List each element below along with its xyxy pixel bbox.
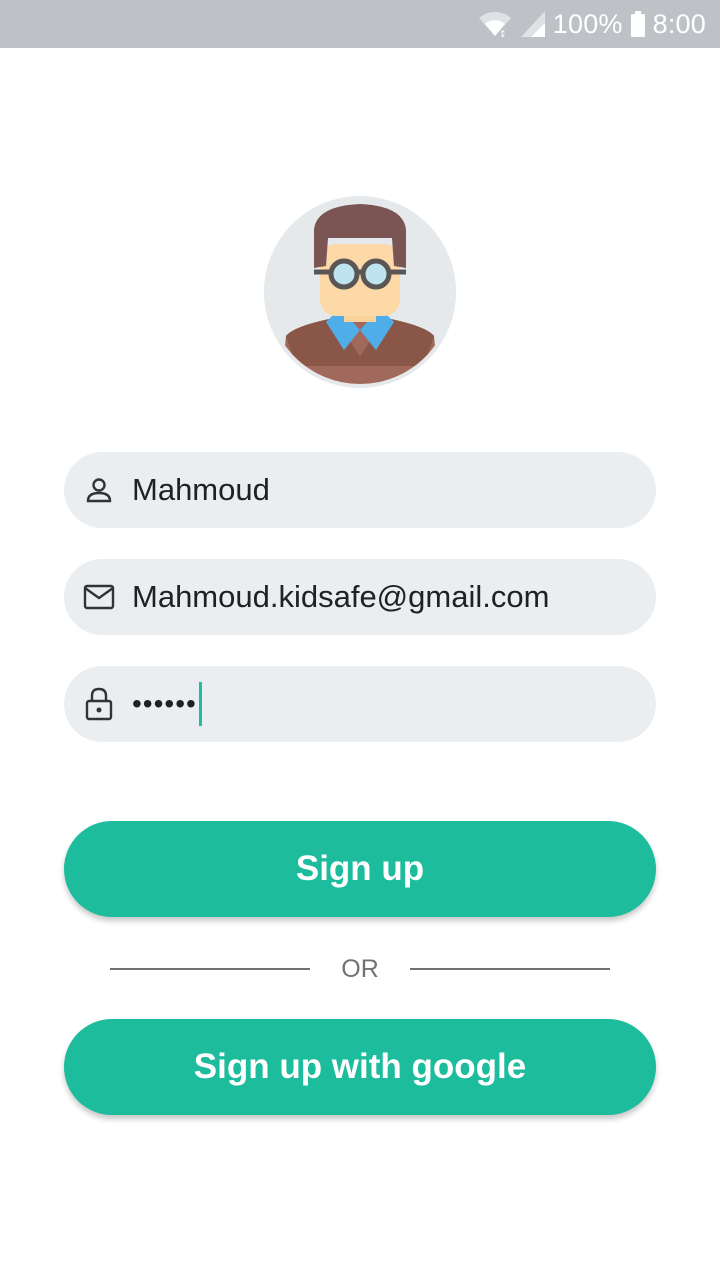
divider-line-right xyxy=(410,968,610,970)
divider-line-left xyxy=(110,968,310,970)
mail-icon xyxy=(82,580,116,614)
signal-icon xyxy=(520,11,545,37)
email-field[interactable]: Mahmoud.kidsafe@gmail.com xyxy=(64,559,656,635)
status-bar: ↕ 100% 8:00 xyxy=(0,0,720,48)
wifi-icon: ↕ xyxy=(478,11,511,38)
email-input[interactable]: Mahmoud.kidsafe@gmail.com xyxy=(132,579,549,615)
battery-percentage: 100% xyxy=(552,8,623,39)
password-field[interactable]: •••••• xyxy=(64,666,656,742)
password-input[interactable]: •••••• xyxy=(132,682,202,726)
sign-up-button[interactable]: Sign up xyxy=(64,821,656,917)
name-field[interactable]: Mahmoud xyxy=(64,452,656,528)
avatar xyxy=(264,196,456,388)
name-input[interactable]: Mahmoud xyxy=(132,472,270,508)
text-cursor xyxy=(198,682,202,726)
sign-up-google-button[interactable]: Sign up with google xyxy=(64,1019,656,1115)
lock-icon xyxy=(82,687,116,721)
person-icon xyxy=(82,473,116,507)
battery-icon xyxy=(630,11,645,37)
clock: 8:00 xyxy=(652,8,706,39)
svg-text:↕: ↕ xyxy=(499,30,507,38)
password-mask: •••••• xyxy=(132,688,197,719)
or-label: OR xyxy=(341,954,379,983)
or-divider: OR xyxy=(110,950,610,988)
avatar-icon xyxy=(264,196,456,388)
